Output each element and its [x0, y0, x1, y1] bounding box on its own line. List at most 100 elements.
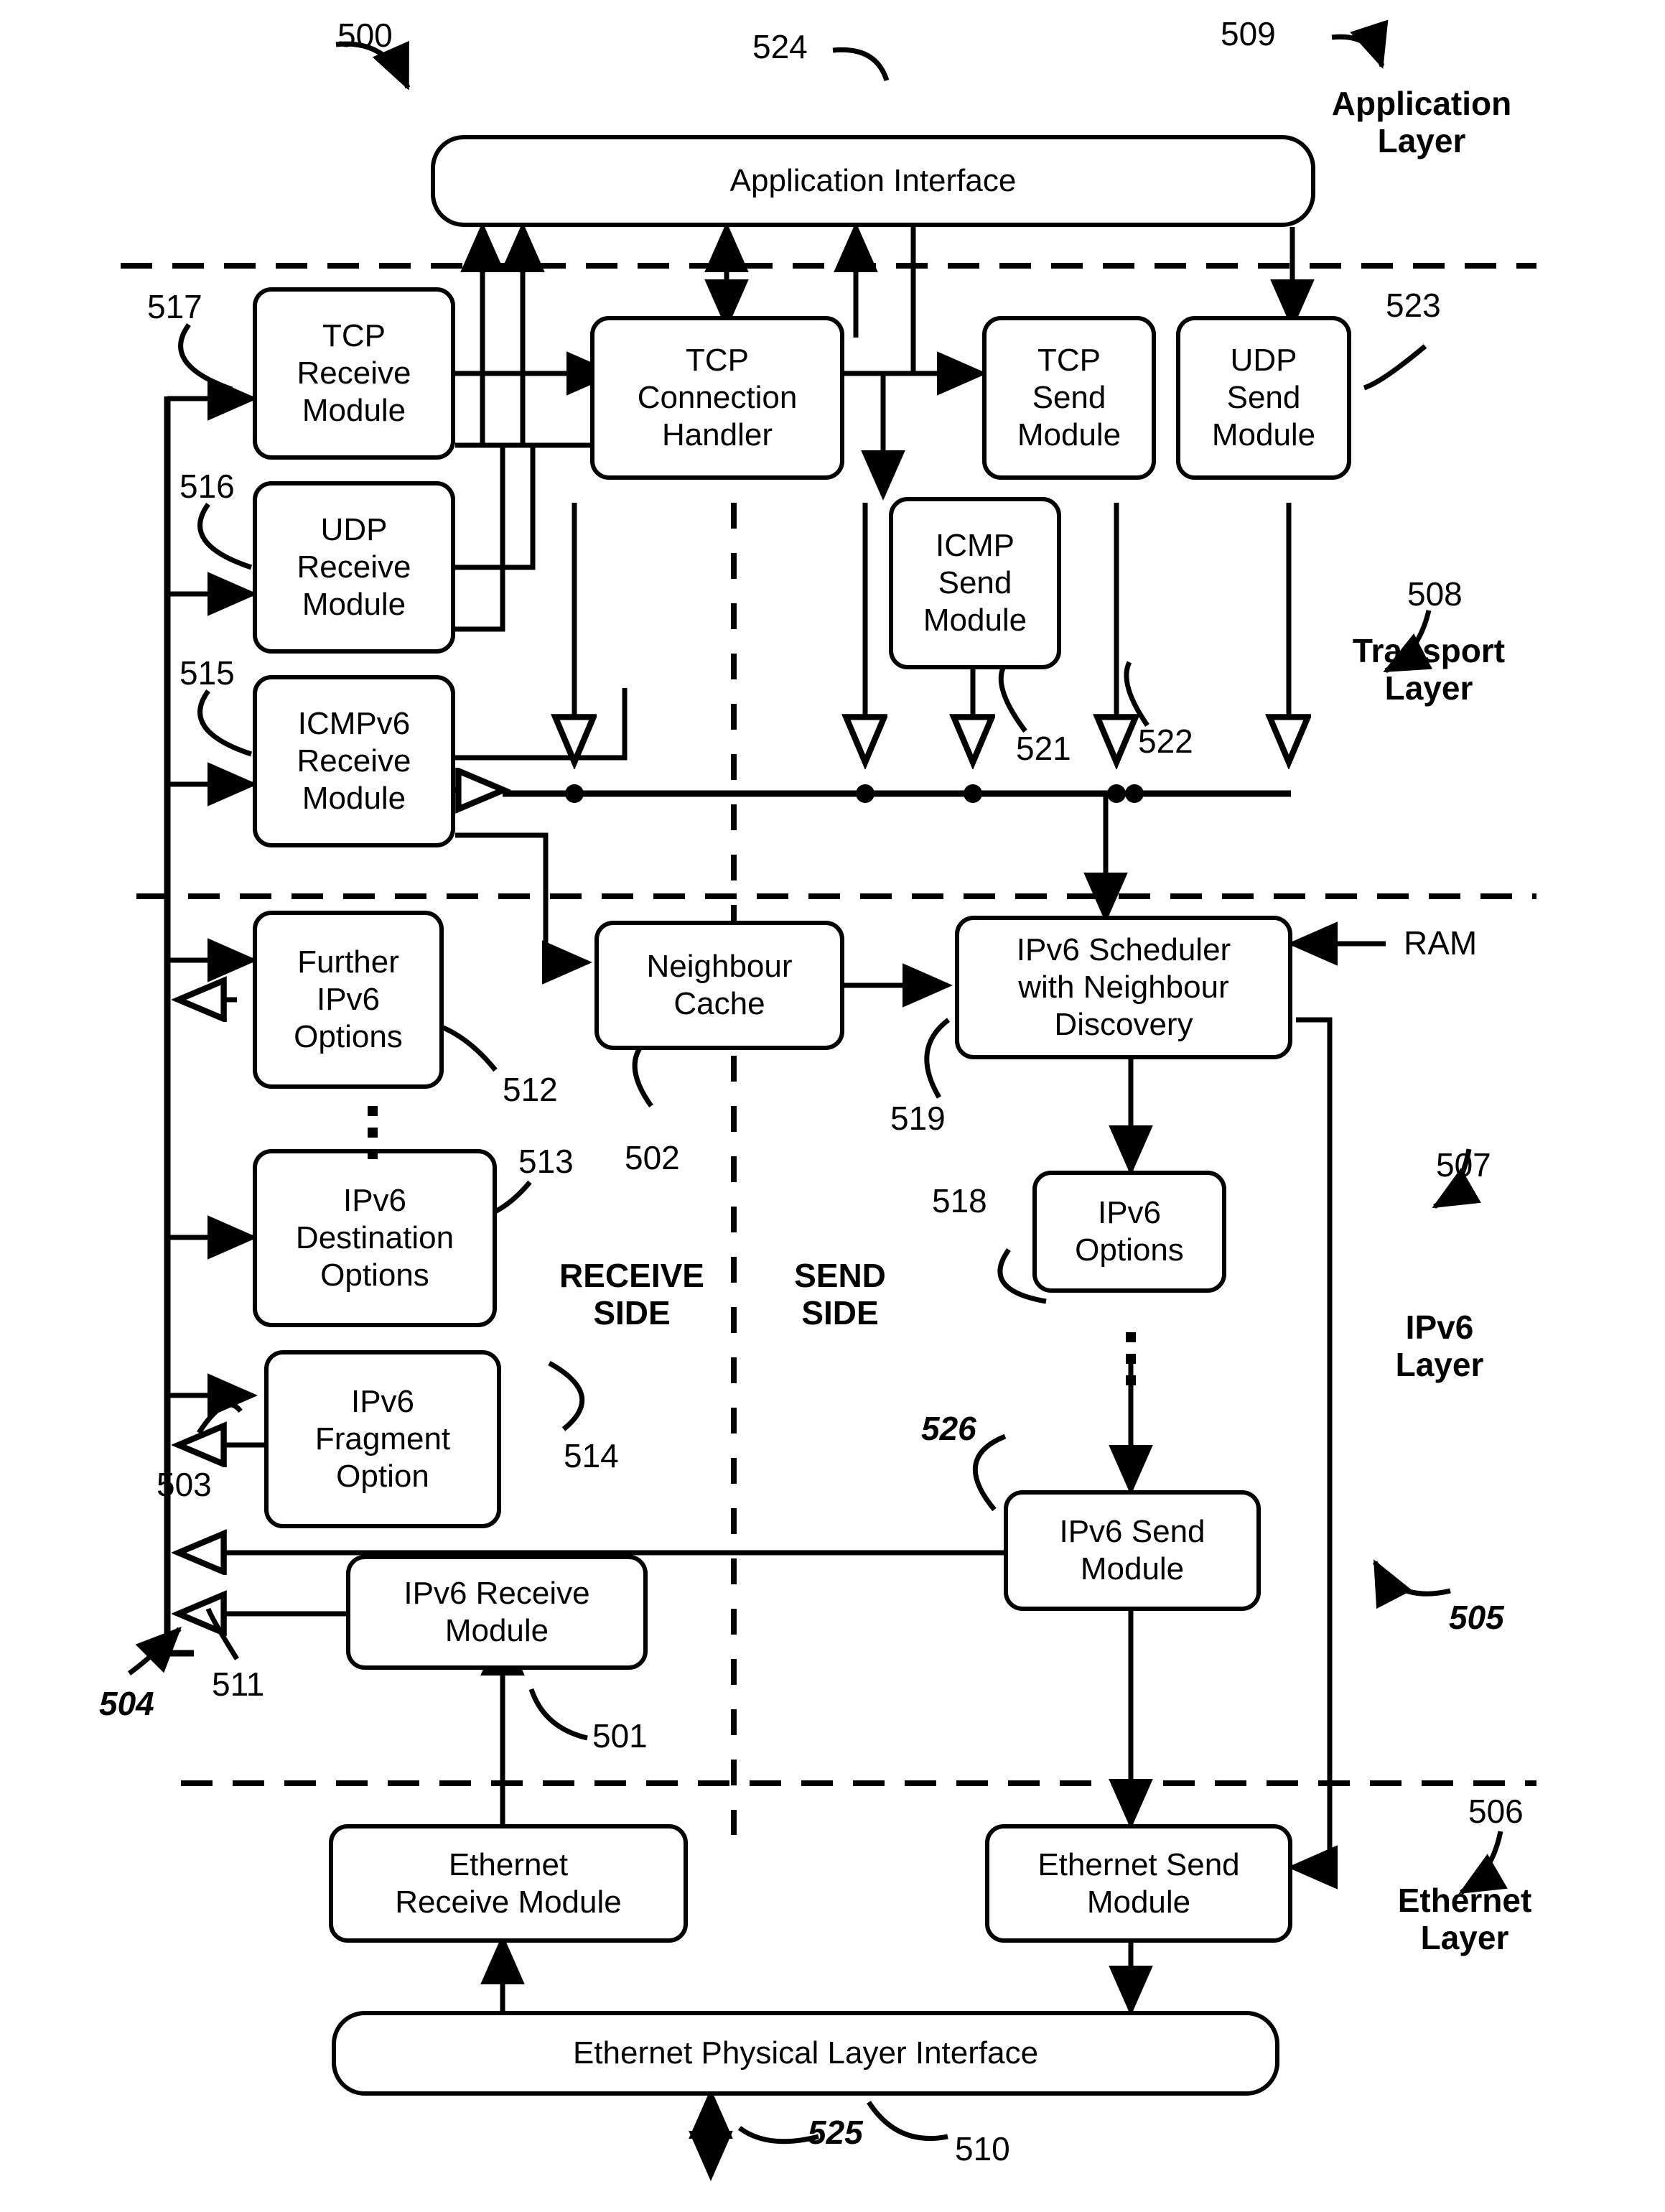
- box-ethernet-physical-layer-interface[interactable]: Ethernet Physical Layer Interface: [332, 2011, 1279, 2096]
- ref-505: 505: [1449, 1599, 1504, 1636]
- box-ipv6-fragment-option[interactable]: IPv6 Fragment Option: [264, 1350, 501, 1528]
- wire-icmpv6-out-c: [455, 832, 592, 985]
- ref-518: 518: [932, 1182, 987, 1219]
- box-udp-receive-module[interactable]: UDP Receive Module: [253, 481, 455, 654]
- leader-517: [178, 322, 233, 392]
- box-label: Application Interface: [729, 163, 1017, 199]
- ref-504: 504: [99, 1685, 154, 1722]
- box-tcp-send-module[interactable]: TCP Send Module: [982, 316, 1156, 480]
- box-ipv6-scheduler[interactable]: IPv6 Scheduler with Neighbour Discovery: [955, 916, 1292, 1059]
- leader-521: [998, 665, 1027, 733]
- box-ipv6-destination-options[interactable]: IPv6 Destination Options: [253, 1149, 497, 1327]
- leader-501: [528, 1688, 588, 1741]
- box-icmp-send-module[interactable]: ICMP Send Module: [889, 497, 1061, 669]
- leader-519: [924, 1018, 951, 1099]
- leader-509: [1331, 19, 1389, 69]
- ref-509: 509: [1221, 15, 1276, 52]
- leader-522: [1124, 661, 1149, 727]
- box-label: IPv6 Send Module: [1059, 1514, 1205, 1586]
- leader-514: [548, 1360, 585, 1431]
- ellipsis-ipv6-options: [1126, 1332, 1136, 1385]
- box-icmpv6-receive-module[interactable]: ICMPv6 Receive Module: [253, 675, 455, 847]
- ref-502: 502: [625, 1139, 680, 1176]
- leader-524: [832, 47, 890, 82]
- ref-510: 510: [955, 2130, 1010, 2167]
- box-neighbour-cache[interactable]: Neighbour Cache: [594, 921, 844, 1050]
- box-udp-send-module[interactable]: UDP Send Module: [1176, 316, 1351, 480]
- leader-505: [1372, 1559, 1451, 1609]
- ref-514: 514: [564, 1437, 619, 1474]
- wire-udpr-riser2: [455, 445, 505, 632]
- ref-501: 501: [592, 1717, 648, 1755]
- box-ethernet-send-module[interactable]: Ethernet Send Module: [985, 1824, 1292, 1943]
- ref-508: 508: [1407, 575, 1463, 613]
- box-ethernet-receive-module[interactable]: Ethernet Receive Module: [329, 1824, 688, 1943]
- ref-512: 512: [503, 1071, 558, 1108]
- ref-500: 500: [337, 17, 393, 54]
- box-label: IPv6 Options: [1075, 1195, 1184, 1268]
- box-label: UDP Send Module: [1211, 343, 1316, 452]
- ref-524: 524: [752, 28, 808, 65]
- leader-516: [197, 502, 253, 570]
- side-label-receive: RECEIVE SIDE: [559, 1257, 704, 1332]
- leader-511: [205, 1607, 239, 1660]
- ref-522: 522: [1138, 722, 1193, 760]
- ref-507: 507: [1436, 1146, 1491, 1184]
- box-ipv6-send-module[interactable]: IPv6 Send Module: [1004, 1490, 1261, 1611]
- wire-udpr-riser: [455, 445, 536, 570]
- box-label: TCP Connection Handler: [637, 343, 798, 452]
- leader-526: [972, 1433, 1007, 1512]
- box-label: Ethernet Physical Layer Interface: [572, 2035, 1039, 2071]
- ref-517: 517: [147, 288, 202, 325]
- leader-503: [197, 1402, 243, 1434]
- leader-515: [197, 689, 253, 757]
- box-label: UDP Receive Module: [297, 512, 411, 622]
- ram-label: RAM: [1404, 924, 1478, 962]
- leader-510: [867, 2101, 948, 2142]
- ref-523: 523: [1386, 287, 1441, 324]
- leader-504: [127, 1627, 182, 1676]
- ref-516: 516: [179, 468, 235, 505]
- bus-junction: [1107, 784, 1126, 803]
- ellipsis-further-options: [368, 1106, 378, 1159]
- layer-label-ethernet: Ethernet Layer: [1397, 1882, 1532, 1957]
- box-label: IPv6 Receive Module: [404, 1576, 590, 1648]
- ref-519: 519: [890, 1100, 946, 1137]
- ref-506: 506: [1468, 1793, 1524, 1830]
- box-ipv6-options[interactable]: IPv6 Options: [1032, 1171, 1226, 1293]
- layer-label-application: Application Layer: [1331, 85, 1512, 160]
- figure-canvas: Application Interface TCP Receive Module…: [0, 0, 1665, 2212]
- box-label: Further IPv6 Options: [294, 944, 403, 1054]
- bus-junction: [856, 784, 875, 803]
- wire-icmpv6-out-a: [455, 688, 628, 761]
- layer-label-transport: Transport Layer: [1352, 632, 1506, 707]
- box-label: IPv6 Fragment Option: [314, 1384, 451, 1494]
- box-label: IPv6 Destination Options: [295, 1183, 454, 1293]
- leader-502: [632, 1041, 653, 1108]
- box-label: Neighbour Cache: [646, 949, 793, 1021]
- box-further-ipv6-options[interactable]: Further IPv6 Options: [253, 911, 444, 1089]
- ref-511: 511: [212, 1665, 265, 1703]
- ref-525: 525: [808, 2114, 863, 2151]
- bus-junction: [1125, 784, 1144, 803]
- layer-label-ipv6: IPv6 Layer: [1395, 1309, 1484, 1384]
- box-application-interface[interactable]: Application Interface: [431, 135, 1315, 227]
- box-tcp-receive-module[interactable]: TCP Receive Module: [253, 287, 455, 460]
- ref-526: 526: [921, 1410, 976, 1447]
- box-label: TCP Send Module: [1017, 343, 1121, 452]
- leader-523: [1363, 344, 1427, 391]
- box-label: TCP Receive Module: [297, 318, 411, 428]
- ref-515: 515: [179, 654, 235, 692]
- box-label: IPv6 Scheduler with Neighbour Discovery: [1016, 932, 1231, 1042]
- box-label: Ethernet Send Module: [1037, 1846, 1240, 1920]
- box-label: Ethernet Receive Module: [395, 1846, 622, 1920]
- bus-junction: [964, 784, 982, 803]
- ref-513: 513: [518, 1143, 574, 1180]
- bus-junction: [565, 784, 584, 803]
- ref-521: 521: [1016, 730, 1071, 767]
- box-ipv6-receive-module[interactable]: IPv6 Receive Module: [346, 1555, 648, 1670]
- leader-525: [737, 2126, 819, 2144]
- box-label: ICMPv6 Receive Module: [297, 706, 411, 816]
- wire-scheduler-to-ethernetsend: [1287, 1017, 1338, 1890]
- box-tcp-connection-handler[interactable]: TCP Connection Handler: [590, 316, 844, 480]
